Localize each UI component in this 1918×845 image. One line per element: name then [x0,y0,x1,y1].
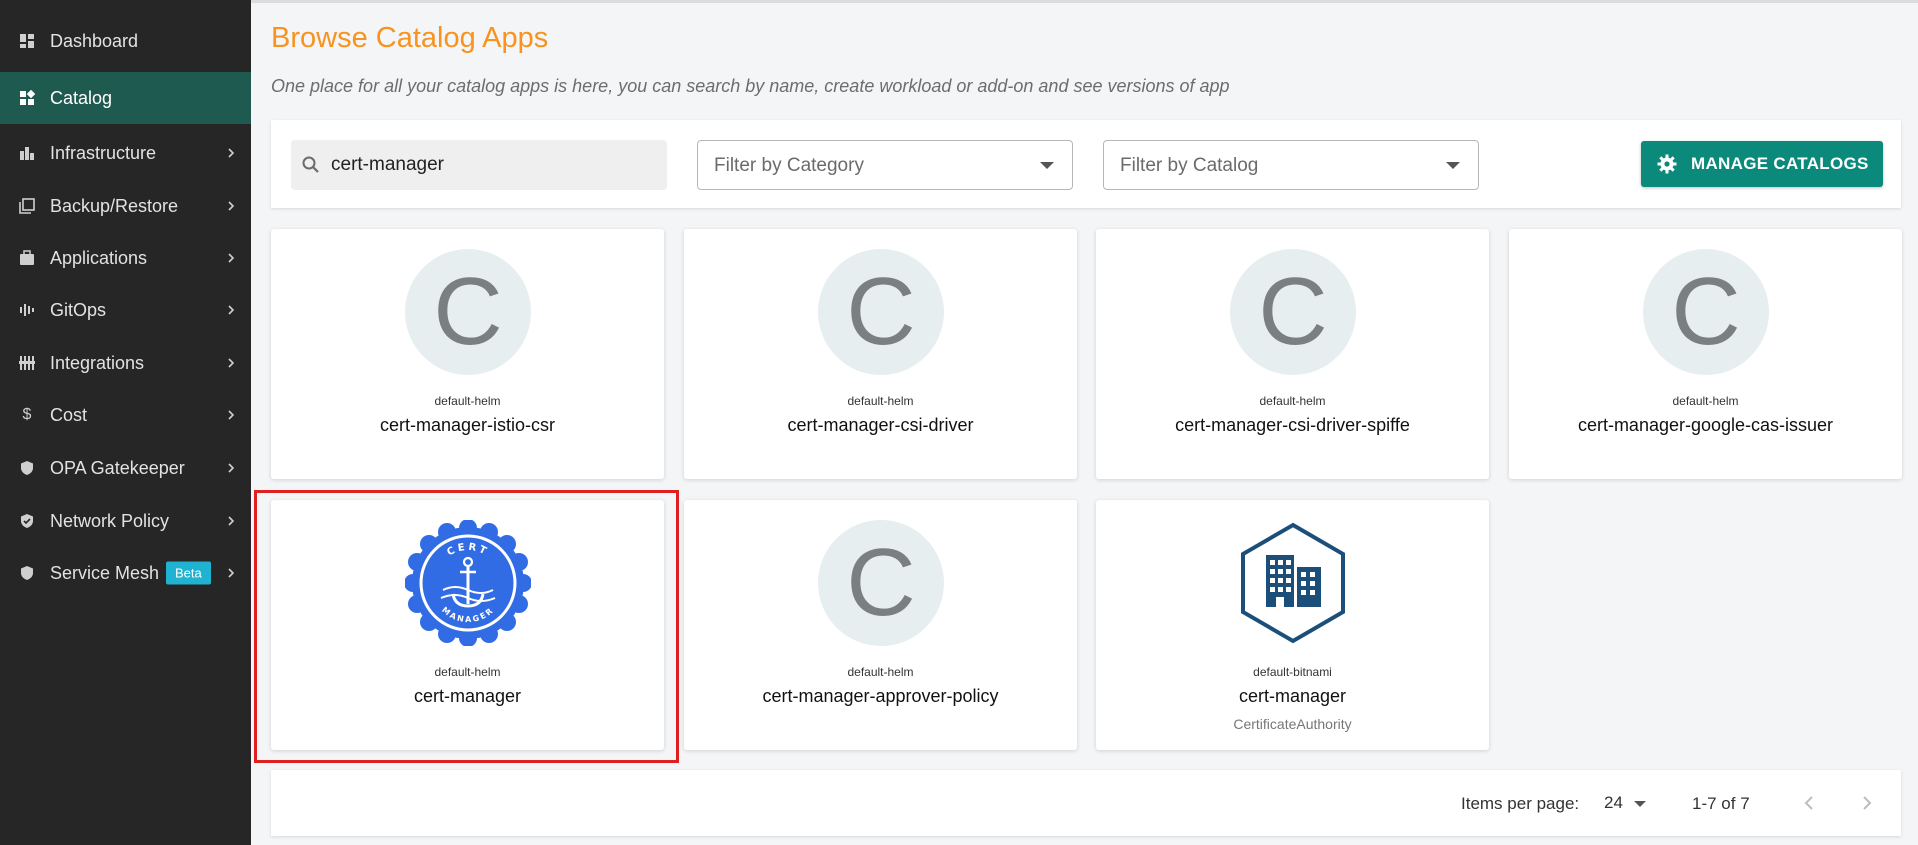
page-subtitle: One place for all your catalog apps is h… [271,76,1230,96]
sidebar-item-label: Cost [50,404,88,425]
sidebar-item-network-policy[interactable]: Network Policy [0,495,251,547]
page-range-label: 1-7 of 7 [1692,794,1750,813]
category-filter-placeholder: Filter by Category [714,155,864,176]
filter-toolbar: Filter by Category Filter by Catalog MAN… [271,120,1901,208]
app-name: cert-manager-google-cas-issuer [1577,415,1834,435]
catalog-icon [18,89,36,107]
app-card-cert-manager-istio-csr[interactable]: C default-helm cert-manager-istio-csr [271,229,664,479]
app-repo: default-helm [434,665,501,679]
shield-icon [18,564,36,582]
app-card-cert-manager-csi-driver-spiffe[interactable]: C default-helm cert-manager-csi-driver-s… [1096,229,1489,479]
manage-catalogs-button[interactable]: MANAGE CATALOGS [1641,141,1883,187]
gear-icon [1657,154,1677,174]
chevron-right-icon [228,516,235,526]
chevron-right-icon [228,568,235,578]
chevron-right-icon [228,305,235,315]
sidebar-item-infrastructure[interactable]: Infrastructure [0,127,251,179]
chevron-right-icon [228,463,235,473]
dropdown-arrow-icon [1446,162,1460,169]
app-logo: C [405,249,531,375]
app-logo: C [818,520,944,646]
app-card-cert-manager-approver-policy[interactable]: C default-helm cert-manager-approver-pol… [684,500,1077,750]
app-card-cert-manager-csi-driver[interactable]: C default-helm cert-manager-csi-driver [684,229,1077,479]
next-page-button[interactable] [1852,788,1882,818]
sidebar-item-label: Dashboard [50,30,139,51]
app-name: cert-manager-approver-policy [762,686,999,706]
shield-check-icon [18,512,36,530]
app-repo: default-helm [847,394,914,408]
chevron-right-icon [228,410,235,420]
app-logo: C [1230,249,1356,375]
shield-icon [18,459,36,477]
sidebar-item-catalog[interactable]: Catalog [0,72,251,124]
top-divider [251,0,1918,3]
cert-manager-logo-icon: CERT MANAGER [405,520,531,646]
app-card-cert-manager-bitnami[interactable]: default-bitnami cert-manager Certificate… [1096,500,1489,750]
previous-page-button[interactable] [1794,788,1824,818]
sidebar-item-label: OPA Gatekeeper [50,457,185,478]
dropdown-arrow-icon [1040,162,1054,169]
items-per-page-value: 24 [1604,793,1623,812]
items-per-page-select[interactable]: 24 [1604,788,1654,818]
sidebar-item-integrations[interactable]: Integrations [0,337,251,389]
sidebar-item-label: Infrastructure [50,142,157,163]
search-icon [302,156,319,173]
app-logo: C [818,249,944,375]
category-filter-select[interactable]: Filter by Category [697,140,1073,190]
items-per-page-label: Items per page: [1461,794,1580,813]
sidebar-item-dashboard[interactable]: Dashboard [0,15,251,67]
app-repo: default-helm [434,394,501,408]
sidebar-item-label: Applications [50,247,148,268]
chevron-right-icon [228,253,235,263]
backup-icon [18,197,36,215]
search-input[interactable] [331,140,651,190]
beta-badge: Beta [166,561,211,585]
sidebar: Dashboard Catalog Infrastructure Backup/… [0,0,251,845]
manage-catalogs-label: MANAGE CATALOGS [1691,154,1869,173]
app-logo: C [1643,249,1769,375]
sidebar-item-label: Network Policy [50,510,170,531]
dashboard-icon [18,32,36,50]
sidebar-item-backup-restore[interactable]: Backup/Restore [0,180,251,232]
sidebar-item-gitops[interactable]: GitOps [0,284,251,336]
dollar-icon: $ [22,406,32,423]
app-repo: default-helm [1259,394,1326,408]
app-name: cert-manager-csi-driver-spiffe [1175,415,1410,435]
chevron-right-icon [228,358,235,368]
sidebar-item-applications[interactable]: Applications [0,232,251,284]
gitops-icon [18,301,36,319]
page-title: Browse Catalog Apps [271,22,549,54]
app-repo: default-bitnami [1253,665,1332,679]
sidebar-item-service-mesh[interactable]: Service Mesh Beta [0,547,251,599]
sidebar-item-label: Backup/Restore [50,195,179,216]
app-name: cert-manager-istio-csr [379,415,556,435]
app-card-cert-manager[interactable]: CERT MANAGER default-helm cert-manager [271,500,664,750]
app-name: cert-manager-csi-driver [787,415,974,435]
infrastructure-icon [18,144,36,162]
app-name: cert-manager [1238,686,1347,706]
search-box[interactable] [291,140,667,190]
dropdown-arrow-icon [1634,801,1646,807]
sidebar-item-label: Service Mesh [50,562,160,583]
sidebar-item-label: GitOps [50,299,107,320]
bitnami-buildings-icon [1241,522,1345,644]
catalog-filter-placeholder: Filter by Catalog [1120,155,1259,176]
sidebar-item-cost[interactable]: $ Cost [0,389,251,441]
paginator: Items per page: 24 1-7 of 7 [271,770,1901,836]
chevron-right-icon [228,201,235,211]
app-name: cert-manager [413,686,522,706]
app-repo: default-helm [1672,394,1739,408]
briefcase-icon [18,249,36,267]
app-card-cert-manager-google-cas-issuer[interactable]: C default-helm cert-manager-google-cas-i… [1509,229,1902,479]
app-description: CertificateAuthority [1233,716,1352,732]
chevron-right-icon [228,148,235,158]
integrations-icon [18,354,36,372]
sidebar-item-label: Integrations [50,352,145,373]
sidebar-item-opa-gatekeeper[interactable]: OPA Gatekeeper [0,442,251,494]
sidebar-item-label: Catalog [50,87,113,108]
app-repo: default-helm [847,665,914,679]
catalog-filter-select[interactable]: Filter by Catalog [1103,140,1479,190]
